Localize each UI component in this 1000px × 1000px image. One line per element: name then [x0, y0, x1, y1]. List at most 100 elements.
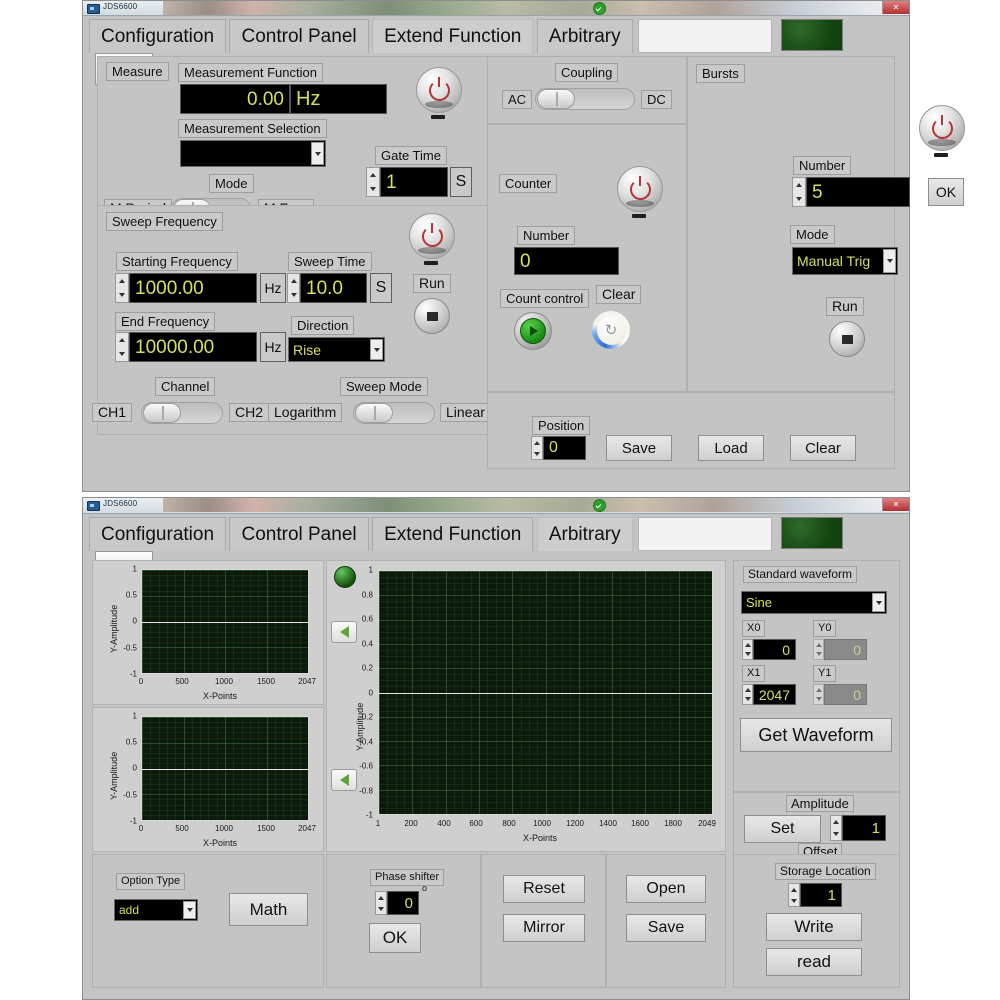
write-button[interactable]: Write: [766, 913, 862, 941]
sweep-power-button[interactable]: [409, 213, 455, 259]
reset-button[interactable]: Reset: [503, 875, 585, 903]
counter-clear-button[interactable]: ↻: [592, 311, 630, 349]
measure-power-button[interactable]: [416, 67, 462, 113]
tab-configuration[interactable]: Configuration: [89, 517, 227, 551]
bursts-number-spinner[interactable]: [792, 177, 806, 207]
coupling-dc-label[interactable]: DC: [641, 90, 672, 109]
tab-configuration[interactable]: Configuration: [89, 19, 227, 53]
count-control-button[interactable]: [514, 312, 552, 350]
power-icon: [931, 114, 953, 139]
xtick: 500: [175, 677, 189, 686]
measurement-function-label: Measurement Function: [178, 63, 323, 82]
position-load-button[interactable]: Load: [698, 435, 764, 461]
sweep-mode-logarithm-label[interactable]: Logarithm: [268, 403, 343, 422]
window-close-button[interactable]: ✕: [882, 1, 909, 14]
amplitude-value[interactable]: 1: [842, 815, 886, 841]
chevron-down-icon[interactable]: [883, 249, 896, 273]
direction-combo[interactable]: Rise: [288, 337, 385, 362]
reset-mirror-group: Reset Mirror: [481, 854, 606, 988]
tab-control-panel[interactable]: Control Panel: [229, 517, 369, 551]
bursts-run-knob[interactable]: [829, 321, 865, 357]
sweep-mode-toggle[interactable]: [353, 402, 435, 424]
save-button[interactable]: Save: [626, 914, 706, 942]
get-waveform-button[interactable]: Get Waveform: [740, 718, 892, 752]
refresh-icon: ↻: [596, 315, 626, 345]
tab-extend-function[interactable]: Extend Function: [372, 517, 534, 551]
option-type-combo[interactable]: add: [114, 899, 198, 921]
x0-spinner[interactable]: [742, 639, 753, 660]
x1-value[interactable]: 2047: [753, 684, 796, 705]
position-spinner[interactable]: [531, 436, 543, 460]
math-button[interactable]: Math: [229, 893, 308, 926]
read-button[interactable]: read: [766, 948, 862, 976]
position-clear-button[interactable]: Clear: [790, 435, 856, 461]
ytick: 1: [132, 564, 137, 574]
bursts-number-value[interactable]: 5: [806, 177, 910, 207]
bursts-ok-button[interactable]: OK: [928, 178, 964, 206]
x0-value[interactable]: 0: [753, 639, 796, 660]
tab-control-panel[interactable]: Control Panel: [229, 19, 369, 53]
titlebar-photo-overlay: [163, 1, 909, 15]
starting-frequency-value[interactable]: 1000.00: [129, 273, 257, 303]
y1-spinner: [813, 684, 824, 705]
phase-ok-button[interactable]: OK: [369, 923, 421, 953]
mirror-button[interactable]: Mirror: [503, 914, 585, 942]
ytick: -1: [365, 810, 373, 820]
channel-ch2-label[interactable]: CH2: [229, 403, 270, 422]
starting-frequency-spinner[interactable]: [115, 273, 129, 303]
end-frequency-unit: Hz: [260, 332, 286, 362]
standard-waveform-label: Standard waveform: [743, 566, 858, 583]
standard-waveform-combo[interactable]: Sine: [741, 591, 887, 614]
sweep-run-knob[interactable]: [414, 298, 450, 334]
end-frequency-spinner[interactable]: [115, 332, 129, 362]
xtick: 0: [138, 824, 144, 833]
phase-shifter-value[interactable]: 0: [387, 891, 419, 915]
status-display-green: [780, 517, 843, 549]
open-button[interactable]: Open: [626, 875, 706, 903]
tab-extend-function[interactable]: Extend Function: [372, 19, 534, 53]
chevron-down-icon[interactable]: [311, 142, 324, 165]
chevron-down-icon[interactable]: [183, 901, 196, 919]
measurement-selection-combo[interactable]: [180, 140, 326, 167]
window-close-button[interactable]: ✕: [882, 498, 909, 511]
channel-label: Channel: [155, 377, 216, 396]
titlebar-bottom: JDS6600 ✕: [83, 498, 909, 514]
channel-ch1-label[interactable]: CH1: [92, 403, 133, 422]
x1-spinner[interactable]: [742, 684, 753, 705]
amplitude-spinner[interactable]: [830, 815, 842, 841]
amplitude-set-button[interactable]: Set: [744, 815, 821, 843]
tab-arbitrary[interactable]: Arbitrary: [536, 517, 633, 551]
zero-line: [142, 621, 308, 623]
coupling-label: Coupling: [555, 63, 619, 82]
phase-shifter-spinner[interactable]: [375, 891, 387, 915]
sweep-time-unit: S: [370, 273, 392, 303]
bursts-mode-value: Manual Trig: [797, 253, 871, 269]
counter-power-button[interactable]: [617, 166, 663, 212]
xaxis-label: X-Points: [523, 833, 558, 843]
channel-toggle[interactable]: [141, 402, 223, 424]
window-arbitrary: JDS6600 ✕ Configuration Control Panel Ex…: [82, 497, 910, 1000]
power-icon: [421, 222, 443, 247]
xtick: 600: [469, 819, 483, 828]
tab-arbitrary[interactable]: Arbitrary: [536, 19, 633, 53]
chevron-down-icon[interactable]: [872, 593, 885, 612]
gate-time-spinner[interactable]: [366, 167, 380, 197]
sweep-mode-linear-label[interactable]: Linear: [440, 403, 491, 422]
bursts-mode-combo[interactable]: Manual Trig: [792, 247, 898, 275]
coupling-toggle[interactable]: [535, 88, 635, 110]
bursts-group: Bursts Number 5 Mode Manual Trig Run OK: [687, 56, 965, 392]
bursts-group-label: Bursts: [696, 64, 745, 83]
xtick: 400: [437, 819, 451, 828]
storage-location-value[interactable]: 1: [800, 883, 842, 907]
sweep-time-spinner[interactable]: [287, 273, 300, 303]
bursts-power-button[interactable]: [919, 105, 965, 151]
position-save-button[interactable]: Save: [606, 435, 672, 461]
status-check-icon: [593, 499, 606, 512]
coupling-ac-label[interactable]: AC: [502, 90, 533, 109]
sweep-time-value[interactable]: 10.0: [300, 273, 367, 303]
end-frequency-value[interactable]: 10000.00: [129, 332, 257, 362]
gate-time-value[interactable]: 1: [380, 167, 448, 197]
position-value[interactable]: 0: [543, 436, 586, 460]
storage-location-spinner[interactable]: [788, 883, 800, 907]
chevron-down-icon[interactable]: [370, 339, 383, 360]
